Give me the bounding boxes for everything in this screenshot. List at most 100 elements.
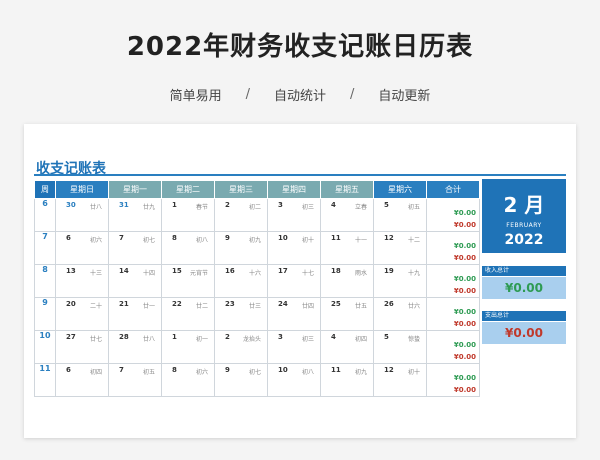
day-cell[interactable]: 12 十二 [373, 231, 427, 265]
day-cell[interactable]: 25 廿五 [320, 297, 374, 331]
day-cell[interactable]: 26 廿六 [373, 297, 427, 331]
day-cell[interactable]: 30 廿八 [55, 198, 109, 232]
day-number: 27 [66, 333, 76, 341]
day-cell[interactable]: 5 惊蛰 [373, 330, 427, 364]
day-number: 9 [225, 234, 230, 242]
day-cell[interactable]: 2 初二 [214, 198, 268, 232]
lunar-date: 初二 [248, 204, 261, 211]
day-number: 4 [331, 201, 336, 209]
day-cell[interactable]: 10 初十 [267, 231, 321, 265]
week-expense: ¥0.00 [453, 221, 476, 229]
header-thursday: 星期四 [267, 180, 321, 199]
day-cell[interactable]: 4 立春 [320, 198, 374, 232]
day-cell[interactable]: 20 二十 [55, 297, 109, 331]
day-cell[interactable]: 16 十六 [214, 264, 268, 298]
day-cell[interactable]: 12 初十 [373, 363, 427, 397]
day-cell[interactable]: 17 十七 [267, 264, 321, 298]
day-cell[interactable]: 3 初三 [267, 330, 321, 364]
day-number: 2 [225, 201, 230, 209]
day-number: 30 [66, 201, 76, 209]
day-number: 16 [225, 267, 235, 275]
day-cell[interactable]: 1 春节 [161, 198, 215, 232]
week-number: 7 [34, 231, 56, 265]
lunar-date: 廿七 [89, 336, 102, 343]
expense-total-value: ¥0.00 [482, 322, 566, 344]
day-cell[interactable]: 22 廿二 [161, 297, 215, 331]
day-number: 19 [384, 267, 394, 275]
week-total-cell: ¥0.00 ¥0.00 [426, 297, 480, 331]
lunar-date: 廿九 [142, 204, 155, 211]
week-expense: ¥0.00 [453, 386, 476, 394]
day-number: 1 [172, 333, 177, 341]
day-cell[interactable]: 21 廿一 [108, 297, 162, 331]
day-number: 2 [225, 333, 230, 341]
lunar-date: 初九 [248, 237, 261, 244]
day-cell[interactable]: 9 初七 [214, 363, 268, 397]
day-cell[interactable]: 14 十四 [108, 264, 162, 298]
subtitle-bar: 简单易用 / 自动统计 / 自动更新 [0, 85, 600, 104]
week-expense: ¥0.00 [453, 320, 476, 328]
lunar-date: 廿四 [301, 303, 314, 310]
day-cell[interactable]: 7 初五 [108, 363, 162, 397]
day-cell[interactable]: 13 十三 [55, 264, 109, 298]
day-cell[interactable]: 6 初四 [55, 363, 109, 397]
lunar-date: 二十 [89, 303, 102, 310]
lunar-date: 十七 [301, 270, 314, 277]
header-wednesday: 星期三 [214, 180, 268, 199]
week-number: 9 [34, 297, 56, 331]
day-cell[interactable]: 3 初三 [267, 198, 321, 232]
day-cell[interactable]: 23 廿三 [214, 297, 268, 331]
day-cell[interactable]: 7 初七 [108, 231, 162, 265]
day-number: 11 [331, 366, 341, 374]
day-cell[interactable]: 10 初八 [267, 363, 321, 397]
lunar-date: 廿一 [142, 303, 155, 310]
page-title: 2022年财务收支记账日历表 [126, 32, 474, 62]
lunar-date: 初九 [354, 369, 367, 376]
week-number: 8 [34, 264, 56, 298]
day-cell[interactable]: 1 初一 [161, 330, 215, 364]
day-cell[interactable]: 6 初六 [55, 231, 109, 265]
day-cell[interactable]: 27 廿七 [55, 330, 109, 364]
day-number: 10 [278, 366, 288, 374]
lunar-date: 初七 [248, 369, 261, 376]
day-cell[interactable]: 8 初八 [161, 231, 215, 265]
day-cell[interactable]: 11 初九 [320, 363, 374, 397]
lunar-date: 初四 [89, 369, 102, 376]
day-number: 1 [172, 201, 177, 209]
lunar-date: 十九 [407, 270, 420, 277]
week-expense: ¥0.00 [453, 287, 476, 295]
day-cell[interactable]: 15 元宵节 [161, 264, 215, 298]
lunar-date: 廿八 [142, 336, 155, 343]
day-cell[interactable]: 2 龙抬头 [214, 330, 268, 364]
day-number: 12 [384, 234, 394, 242]
day-cell[interactable]: 8 初六 [161, 363, 215, 397]
day-cell[interactable]: 28 廿八 [108, 330, 162, 364]
lunar-date: 初六 [89, 237, 102, 244]
day-cell[interactable]: 19 十九 [373, 264, 427, 298]
header-friday: 星期五 [320, 180, 374, 199]
day-cell[interactable]: 5 初五 [373, 198, 427, 232]
lunar-date: 初三 [301, 204, 314, 211]
week-total-cell: ¥0.00 ¥0.00 [426, 264, 480, 298]
calendar-body: 6 30 廿八 31 廿九 1 春节 2 初二 3 初三 4 立春 5 初五 ¥0.00 ¥0.00 7 6 初六 7 初… [34, 198, 480, 397]
lunar-date: 廿五 [354, 303, 367, 310]
day-cell[interactable]: 4 初四 [320, 330, 374, 364]
lunar-date: 初八 [195, 237, 208, 244]
day-number: 8 [172, 234, 177, 242]
week-income: ¥0.00 [453, 308, 476, 316]
income-total-label: 收入总计 [482, 266, 566, 276]
calendar-week-row: 7 6 初六 7 初七 8 初八 9 初九 10 初十 11 十一 12 十二 ¥0.00 ¥0.00 [34, 231, 480, 265]
lunar-date: 初八 [301, 369, 314, 376]
day-cell[interactable]: 31 廿九 [108, 198, 162, 232]
day-number: 21 [119, 300, 129, 308]
lunar-date: 初一 [195, 336, 208, 343]
day-number: 8 [172, 366, 177, 374]
subtitle-item: 简单易用 [169, 89, 222, 104]
week-expense: ¥0.00 [453, 254, 476, 262]
day-cell[interactable]: 24 廿四 [267, 297, 321, 331]
week-total-cell: ¥0.00 ¥0.00 [426, 330, 480, 364]
day-cell[interactable]: 9 初九 [214, 231, 268, 265]
day-cell[interactable]: 18 雨水 [320, 264, 374, 298]
day-number: 6 [66, 234, 71, 242]
day-cell[interactable]: 11 十一 [320, 231, 374, 265]
